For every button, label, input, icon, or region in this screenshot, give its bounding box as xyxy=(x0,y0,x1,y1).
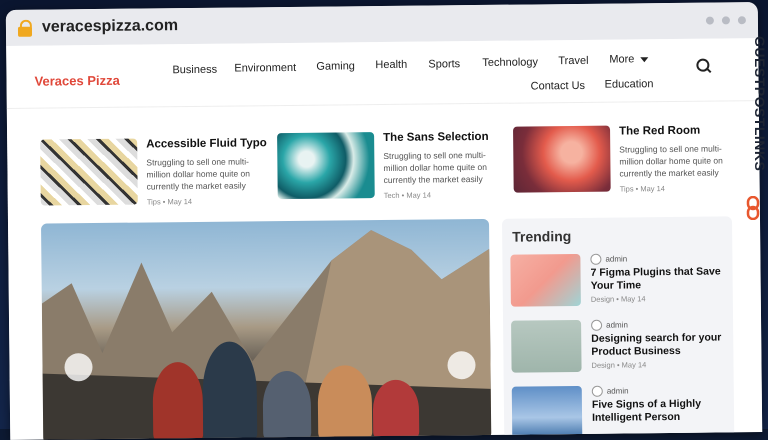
nav-technology[interactable]: Technology xyxy=(482,56,538,69)
post-meta: Design • May 14 xyxy=(591,360,647,370)
trending-title[interactable]: Five Signs of a Highly Intelligent Perso… xyxy=(592,397,726,424)
nav-business[interactable]: Business xyxy=(172,64,217,76)
nav-more-label: More xyxy=(609,53,635,66)
nav-more[interactable]: More xyxy=(609,53,649,66)
hiker-figure xyxy=(262,370,312,440)
post-meta: Design • May 14 xyxy=(590,294,646,304)
post-meta: Tech • May 14 xyxy=(383,190,432,201)
browser-window: veracespizza.com Veraces Pizza Business … xyxy=(5,2,763,440)
site-logo[interactable]: Veraces Pizza xyxy=(34,73,119,89)
featured-post-2[interactable]: The Sans Selection Struggling to sell on… xyxy=(277,131,508,201)
window-dot-icon[interactable] xyxy=(705,16,714,25)
trending-item[interactable]: admin Designing search for your Product … xyxy=(511,318,726,373)
search-icon[interactable] xyxy=(696,58,710,72)
post-excerpt: Struggling to sell one multi-million dol… xyxy=(146,156,251,192)
post-author: admin xyxy=(590,252,724,265)
featured-post-3[interactable]: The Red Room Struggling to sell one mult… xyxy=(513,124,744,194)
featured-post-1[interactable]: Accessible Fluid Typo Struggling to sell… xyxy=(40,137,271,207)
trending-title[interactable]: 7 Figma Plugins that Save Your Time xyxy=(590,265,724,292)
chevron-down-icon xyxy=(640,56,649,62)
hiker-figure xyxy=(152,361,204,440)
window-controls xyxy=(705,16,746,25)
post-meta: Tips • May 14 xyxy=(619,184,666,194)
post-excerpt: Struggling to sell one multi-million dol… xyxy=(619,143,723,179)
post-thumbnail[interactable] xyxy=(513,125,611,193)
post-title[interactable]: The Red Room xyxy=(619,124,731,138)
trending-item[interactable]: admin 7 Figma Plugins that Save Your Tim… xyxy=(510,252,725,307)
trending-item[interactable]: admin Five Signs of a Highly Intelligent… xyxy=(511,384,727,439)
nav-sports[interactable]: Sports xyxy=(428,58,460,70)
trending-thumbnail[interactable] xyxy=(510,253,581,307)
lock-icon xyxy=(17,19,33,37)
nav-health[interactable]: Health xyxy=(375,59,407,71)
site-header: Veraces Pizza Business Environment Gamin… xyxy=(6,38,759,109)
avatar-icon xyxy=(590,253,602,265)
trending-thumbnail[interactable] xyxy=(511,385,583,439)
author-name[interactable]: admin xyxy=(607,386,629,395)
avatar-icon xyxy=(591,385,603,397)
nav-travel[interactable]: Travel xyxy=(558,55,588,67)
post-excerpt: Struggling to sell one multi-million dol… xyxy=(383,149,487,186)
nav-contact-us[interactable]: Contact Us xyxy=(531,80,586,93)
trending-heading: Trending xyxy=(512,228,572,245)
hiker-figure xyxy=(202,341,258,440)
post-meta: Tips • May 14 xyxy=(146,197,193,207)
nav-education[interactable]: Education xyxy=(605,78,654,91)
post-thumbnail[interactable] xyxy=(40,138,138,206)
trending-thumbnail[interactable] xyxy=(511,319,582,373)
guestpostlinks-watermark: GUESTPOSTLINKS xyxy=(738,36,768,236)
window-dot-icon[interactable] xyxy=(721,16,730,25)
nav-environment[interactable]: Environment xyxy=(234,62,296,75)
author-name[interactable]: admin xyxy=(606,320,628,329)
chain-link-icon xyxy=(746,196,760,220)
slider-next-button[interactable] xyxy=(447,351,476,380)
author-name[interactable]: admin xyxy=(605,254,627,263)
watermark-text: GUESTPOSTLINKS xyxy=(752,36,768,172)
window-dot-icon[interactable] xyxy=(737,16,746,25)
hiker-figure xyxy=(372,379,420,440)
post-title[interactable]: Accessible Fluid Typo xyxy=(146,137,267,150)
hero-image-slider[interactable] xyxy=(41,218,492,440)
trending-sidebar: Trending admin 7 Figma Plugins that Save… xyxy=(501,216,735,439)
post-author: admin xyxy=(591,318,725,331)
avatar-icon xyxy=(591,319,603,331)
post-author: admin xyxy=(591,384,726,397)
post-title[interactable]: The Sans Selection xyxy=(383,131,495,144)
post-thumbnail[interactable] xyxy=(277,132,375,200)
web-page: Veraces Pizza Business Environment Gamin… xyxy=(6,38,763,440)
slider-prev-button[interactable] xyxy=(64,353,93,382)
nav-gaming[interactable]: Gaming xyxy=(316,60,355,72)
trending-title[interactable]: Designing search for your Product Busine… xyxy=(591,331,725,358)
address-bar-url[interactable]: veracespizza.com xyxy=(42,17,178,36)
